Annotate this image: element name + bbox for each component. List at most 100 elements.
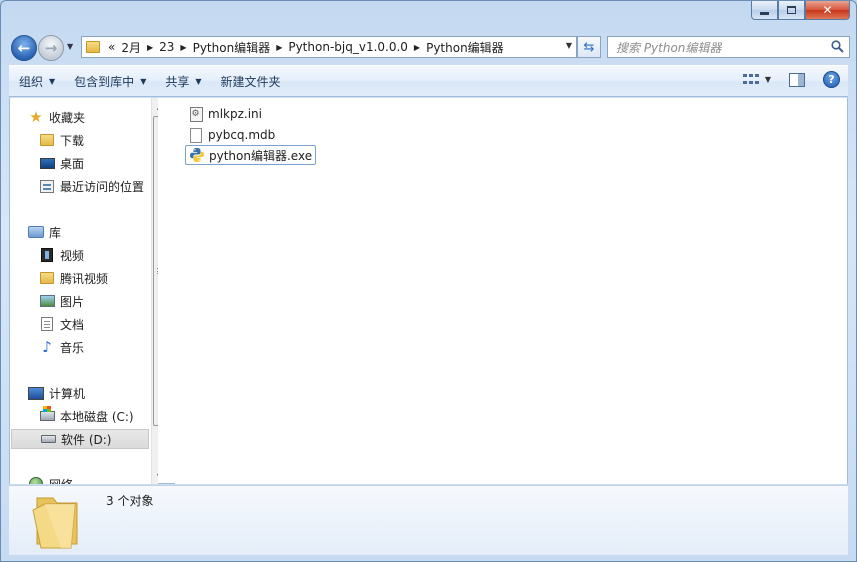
file-item[interactable]: pybcq.mdb bbox=[185, 125, 278, 145]
navigation-pane: ★ 收藏夹 下载 桌面 最近访问的位置 库 视频 腾讯视频 图片 文档 ♪ 音乐… bbox=[10, 98, 158, 484]
chevron-down-icon: ▼ bbox=[49, 76, 56, 86]
breadcrumb-item[interactable]: Python编辑器 bbox=[426, 39, 504, 56]
breadcrumb-item[interactable]: 2月 bbox=[121, 39, 141, 56]
nav-item-label: 软件 (D:) bbox=[61, 432, 112, 447]
grip-icon bbox=[156, 268, 158, 274]
include-in-library-button[interactable]: 包含到库中 ▼ bbox=[65, 70, 155, 92]
document-icon bbox=[39, 316, 55, 332]
nav-item-recent-places[interactable]: 最近访问的位置 bbox=[10, 176, 150, 196]
new-folder-label: 新建文件夹 bbox=[220, 74, 281, 89]
search-icon[interactable] bbox=[831, 40, 844, 53]
back-arrow-icon: ← bbox=[17, 39, 31, 57]
address-bar[interactable]: « 2月 ▶ 23 ▶ Python编辑器 ▶ Python-bjq_v1.0.… bbox=[81, 36, 577, 58]
search-box[interactable]: 搜索 Python编辑器 bbox=[607, 36, 850, 58]
system-drive-icon bbox=[39, 406, 55, 424]
share-button[interactable]: 共享 ▼ bbox=[156, 70, 210, 92]
breadcrumb-item[interactable]: Python-bjq_v1.0.0.0 bbox=[288, 40, 408, 54]
recent-places-icon bbox=[39, 178, 55, 194]
address-dropdown-icon[interactable]: ▼ bbox=[566, 41, 572, 50]
scroll-down-arrow-icon[interactable]: ▼ bbox=[152, 468, 158, 484]
views-icon bbox=[742, 73, 759, 86]
nav-group-libraries[interactable]: 库 bbox=[28, 222, 61, 242]
navigation-row: ← → ▼ « 2月 ▶ 23 ▶ Python编辑器 ▶ Python-bjq… bbox=[9, 34, 850, 61]
desktop-icon bbox=[39, 155, 55, 171]
close-button[interactable]: ✕ bbox=[805, 1, 850, 20]
scroll-up-arrow-icon[interactable]: ▲ bbox=[152, 98, 158, 114]
mdb-file-icon bbox=[188, 127, 204, 143]
include-in-library-label: 包含到库中 bbox=[74, 74, 135, 89]
nav-item-label: 下载 bbox=[60, 133, 85, 148]
nav-item-videos[interactable]: 视频 bbox=[10, 245, 150, 265]
network-icon bbox=[28, 476, 44, 484]
nav-item-desktop[interactable]: 桌面 bbox=[10, 153, 150, 173]
nav-group-favorites[interactable]: ★ 收藏夹 bbox=[28, 107, 85, 127]
organize-button[interactable]: 组织 ▼ bbox=[10, 70, 64, 92]
nav-item-tencent-video[interactable]: 腾讯视频 bbox=[10, 268, 150, 288]
toolbar-right-group: ▼ ? bbox=[742, 71, 840, 88]
nav-item-downloads[interactable]: 下载 bbox=[10, 130, 150, 150]
refresh-icon: ⇆ bbox=[583, 39, 595, 55]
picture-icon bbox=[39, 293, 55, 309]
back-button[interactable]: ← bbox=[11, 35, 37, 61]
maximize-button[interactable] bbox=[778, 1, 805, 20]
nav-item-documents[interactable]: 文档 bbox=[10, 314, 150, 334]
explorer-window: ✕ ← → ▼ « 2月 ▶ 23 ▶ Python编辑器 ▶ Python-b… bbox=[0, 0, 857, 562]
forward-arrow-icon: → bbox=[44, 39, 58, 57]
nav-item-label: 音乐 bbox=[60, 340, 85, 355]
file-item-selected[interactable]: python编辑器.exe bbox=[185, 145, 317, 165]
maximize-icon bbox=[787, 6, 796, 14]
nav-group-network[interactable]: 网络 bbox=[28, 474, 73, 484]
scrollbar-thumb[interactable] bbox=[153, 116, 158, 426]
video-icon bbox=[39, 247, 55, 263]
python-exe-icon bbox=[189, 147, 205, 163]
nav-item-drive-d[interactable]: 软件 (D:) bbox=[11, 429, 149, 449]
forward-button[interactable]: → bbox=[38, 35, 64, 61]
navigation-scrollbar[interactable]: ▲ ▼ bbox=[151, 98, 158, 484]
drive-icon bbox=[40, 431, 56, 447]
nav-item-label: 腾讯视频 bbox=[60, 271, 109, 286]
recent-pages-dropdown[interactable]: ▼ bbox=[67, 42, 77, 52]
new-folder-button[interactable]: 新建文件夹 bbox=[212, 70, 290, 92]
chevron-down-icon: ▼ bbox=[764, 75, 771, 84]
nav-item-label: 图片 bbox=[60, 294, 85, 309]
breadcrumb-separator-icon[interactable]: ▶ bbox=[147, 43, 153, 52]
item-count: 3 个对象 bbox=[106, 494, 154, 508]
chevron-down-icon: ▼ bbox=[140, 76, 147, 86]
breadcrumb-separator-icon[interactable]: ▶ bbox=[276, 43, 282, 52]
close-icon: ✕ bbox=[822, 3, 833, 17]
file-name: mlkpz.ini bbox=[208, 107, 262, 121]
nav-item-label: 桌面 bbox=[60, 156, 85, 171]
nav-group-computer[interactable]: 计算机 bbox=[28, 383, 85, 403]
nav-item-label: 最近访问的位置 bbox=[60, 179, 145, 194]
preview-pane-icon[interactable] bbox=[789, 72, 805, 87]
ini-file-icon bbox=[188, 106, 204, 122]
share-label: 共享 bbox=[165, 74, 190, 89]
chevron-down-icon: ▼ bbox=[195, 76, 202, 86]
nav-group-label: 收藏夹 bbox=[49, 110, 86, 125]
file-list: mlkpz.ini pybcq.mdb python编辑器.exe bbox=[175, 98, 847, 484]
folder-icon bbox=[86, 41, 100, 53]
minimize-icon bbox=[760, 11, 769, 15]
nav-group-label: 网络 bbox=[49, 476, 73, 485]
minimize-button[interactable] bbox=[751, 1, 778, 20]
breadcrumb-separator-icon[interactable]: ▶ bbox=[414, 43, 420, 52]
nav-item-drive-c[interactable]: 本地磁盘 (C:) bbox=[10, 406, 150, 426]
breadcrumb-overflow[interactable]: « bbox=[108, 40, 115, 54]
computer-icon bbox=[28, 385, 44, 401]
help-icon[interactable]: ? bbox=[823, 71, 840, 88]
breadcrumb-item[interactable]: Python编辑器 bbox=[193, 39, 271, 56]
folder-icon bbox=[39, 270, 55, 286]
nav-item-music[interactable]: ♪ 音乐 bbox=[10, 337, 150, 357]
breadcrumb-item[interactable]: 23 bbox=[159, 40, 174, 54]
nav-item-label: 文档 bbox=[60, 317, 85, 332]
music-note-icon: ♪ bbox=[42, 338, 52, 356]
nav-item-pictures[interactable]: 图片 bbox=[10, 291, 150, 311]
file-name: python编辑器.exe bbox=[209, 148, 313, 163]
breadcrumb-separator-icon[interactable]: ▶ bbox=[180, 43, 186, 52]
change-view-button[interactable]: ▼ bbox=[742, 73, 771, 86]
library-icon bbox=[28, 224, 44, 240]
refresh-button[interactable]: ⇆ bbox=[577, 36, 601, 58]
search-input[interactable]: 搜索 Python编辑器 bbox=[616, 39, 721, 56]
file-item[interactable]: mlkpz.ini bbox=[185, 104, 265, 124]
downloads-folder-icon bbox=[39, 132, 55, 148]
